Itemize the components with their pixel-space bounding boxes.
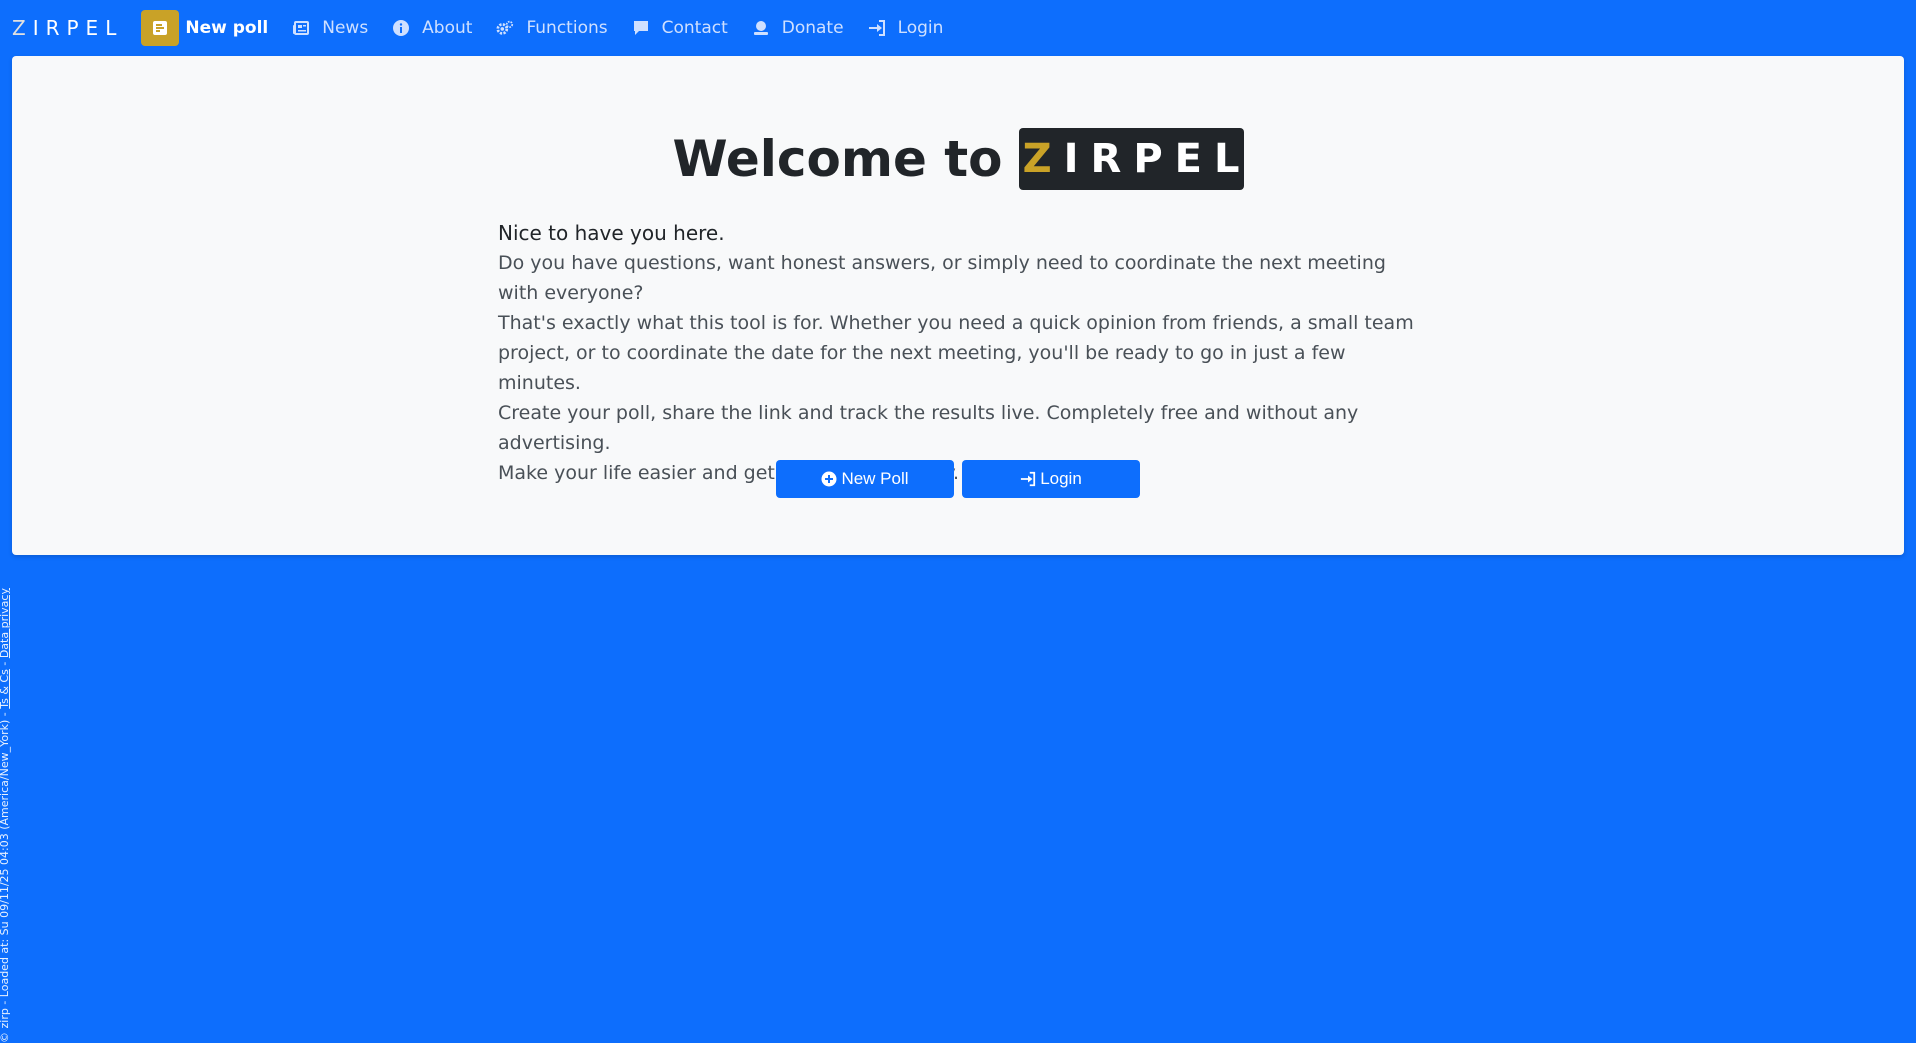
new-poll-label: New Poll [841,469,909,488]
login-icon [1020,471,1036,487]
nav-item-label: Functions [526,18,608,38]
nav-item-donate[interactable]: Donate [740,10,856,46]
navbar: Z IRPEL New poll News About Functions Con… [0,0,1916,56]
brand-rest: IRPEL [32,16,124,40]
privacy-link[interactable]: Data privacy [0,588,11,658]
welcome-heading: Welcome to [672,130,1003,188]
logo-rest: IRPEL [1063,136,1252,182]
nav-item-label: New poll [185,18,269,38]
logo-first-letter: Z [1022,136,1064,182]
brand-first-letter: Z [12,16,33,40]
page-title: Welcome to Z IRPEL [12,128,1904,190]
brand-logo[interactable]: Z IRPEL [12,16,123,40]
login-label: Login [1040,469,1082,488]
nav-item-functions[interactable]: Functions [484,10,619,46]
action-buttons: New Poll Login [776,460,1140,498]
welcome-card: Welcome to Z IRPEL Nice to have you here.… [12,56,1904,555]
login-button[interactable]: Login [962,460,1140,498]
intro-paragraph-1: Do you have questions, want honest answe… [498,252,1386,304]
nav-item-about[interactable]: About [380,10,484,46]
nav-item-new-poll[interactable]: New poll [141,10,280,46]
nav-item-label: Donate [781,18,844,38]
intro-text: Nice to have you here. Do you have quest… [498,218,1428,488]
intro-paragraph-3: Create your poll, share the link and tra… [498,402,1359,454]
nav-item-label: About [422,18,473,38]
donate-icon [752,19,770,37]
login-icon [868,19,886,37]
terms-link[interactable]: Ts & Cs [0,669,11,709]
plus-circle-icon [821,471,837,487]
info-icon [392,19,410,37]
intro-paragraph-2: That's exactly what this tool is for. Wh… [498,312,1414,394]
nav-item-label: Login [897,18,944,38]
nav-item-login[interactable]: Login [856,10,956,46]
zirpel-logo: Z IRPEL [1018,128,1244,190]
side-footer: © zirp - Loaded at: Su 09/11/25 04:03 (A… [0,588,11,1043]
footer-separator: - [0,658,11,669]
newspaper-icon [292,19,310,37]
footer-info: © zirp - Loaded at: Su 09/11/25 04:03 (A… [0,712,11,1043]
nav-item-news[interactable]: News [280,10,380,46]
comment-icon [632,19,650,37]
nav-item-label: Contact [661,18,728,38]
nav-item-contact[interactable]: Contact [620,10,740,46]
nav-item-label: News [322,18,369,38]
intro-lead: Nice to have you here. [498,221,725,245]
new-poll-button[interactable]: New Poll [776,460,954,498]
poll-icon [141,10,180,46]
gears-icon [496,19,514,37]
